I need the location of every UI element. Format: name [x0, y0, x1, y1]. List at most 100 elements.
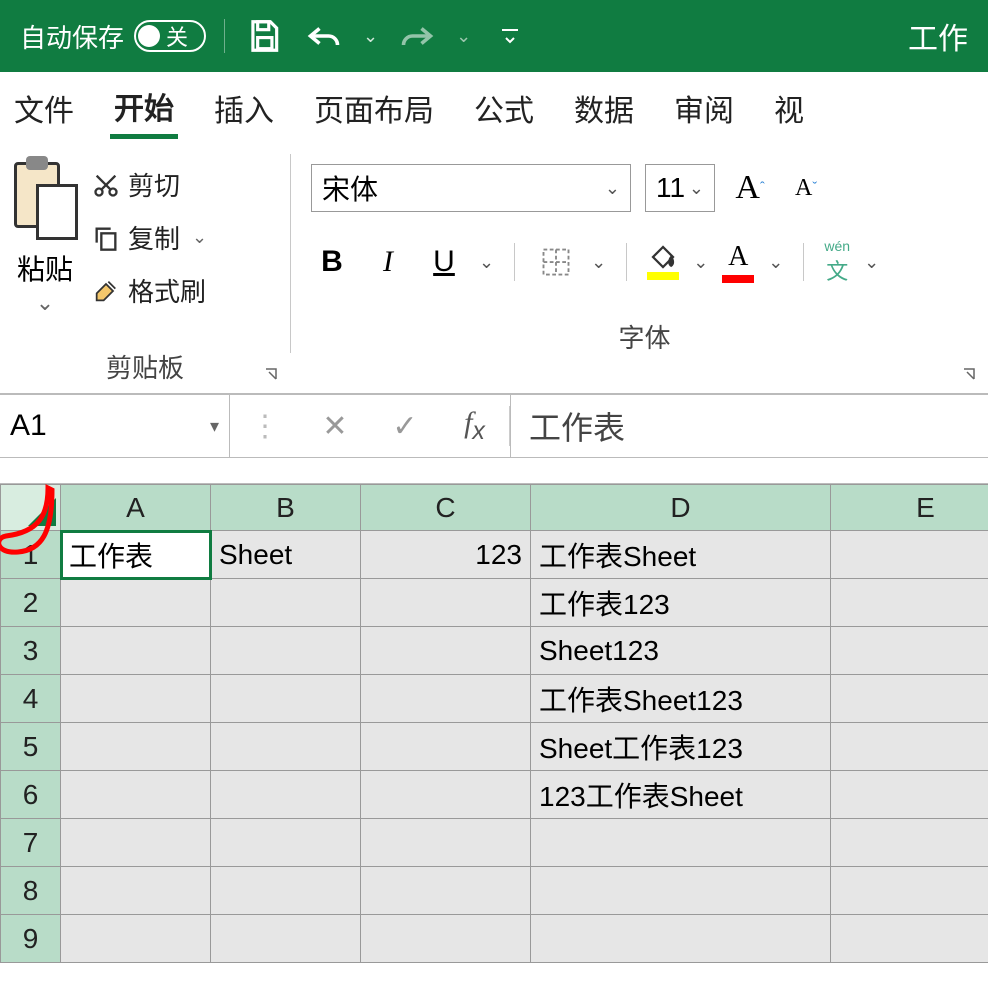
- font-color-chevron-icon[interactable]: ⌄: [768, 252, 783, 273]
- tab-file[interactable]: 文件: [10, 80, 78, 136]
- cell-D9[interactable]: [531, 915, 831, 963]
- tab-formulas[interactable]: 公式: [470, 80, 538, 136]
- cell-B9[interactable]: [211, 915, 361, 963]
- col-header-E[interactable]: E: [831, 485, 988, 531]
- cell-C4[interactable]: [361, 675, 531, 723]
- save-icon[interactable]: [243, 15, 285, 57]
- cell-B3[interactable]: [211, 627, 361, 675]
- toggle-switch[interactable]: 关: [134, 20, 206, 52]
- font-color-button[interactable]: A: [722, 241, 754, 283]
- tab-layout[interactable]: 页面布局: [310, 80, 438, 136]
- select-all-corner[interactable]: [1, 485, 61, 531]
- row-header-2[interactable]: 2: [1, 579, 61, 627]
- cell-A7[interactable]: [61, 819, 211, 867]
- cell-E3[interactable]: [831, 627, 988, 675]
- row-header-8[interactable]: 8: [1, 867, 61, 915]
- cell-C1[interactable]: 123: [361, 531, 531, 579]
- font-launcher-icon[interactable]: [958, 363, 982, 387]
- cell-D2[interactable]: 工作表123: [531, 579, 831, 627]
- italic-button[interactable]: I: [367, 238, 409, 286]
- cell-E2[interactable]: [831, 579, 988, 627]
- clipboard-launcher-icon[interactable]: [260, 363, 284, 387]
- col-header-C[interactable]: C: [361, 485, 531, 531]
- row-header-5[interactable]: 5: [1, 723, 61, 771]
- col-header-A[interactable]: A: [61, 485, 211, 531]
- tab-home[interactable]: 开始: [110, 78, 178, 139]
- name-box[interactable]: A1 ▾: [0, 395, 230, 457]
- bold-button[interactable]: B: [311, 238, 353, 286]
- row-header-6[interactable]: 6: [1, 771, 61, 819]
- insert-function-button[interactable]: fx: [440, 406, 510, 446]
- copy-chevron-icon[interactable]: ⌄: [192, 227, 207, 248]
- confirm-icon[interactable]: ✓: [370, 409, 440, 444]
- col-header-B[interactable]: B: [211, 485, 361, 531]
- formula-input[interactable]: 工作表: [510, 395, 988, 457]
- formula-split-icon[interactable]: ⋮: [230, 409, 300, 444]
- cell-D1[interactable]: 工作表Sheet: [531, 531, 831, 579]
- font-size-select[interactable]: 11 ⌄: [645, 164, 715, 212]
- undo-chevron-icon[interactable]: ⌄: [363, 26, 378, 47]
- cell-A1[interactable]: 工作表: [61, 531, 211, 579]
- cell-C5[interactable]: [361, 723, 531, 771]
- underline-chevron-icon[interactable]: ⌄: [479, 252, 494, 273]
- cell-C2[interactable]: [361, 579, 531, 627]
- undo-icon[interactable]: [303, 15, 345, 57]
- phonetic-button[interactable]: wén 文: [824, 238, 850, 286]
- spreadsheet-grid[interactable]: ABCDE1工作表Sheet123工作表Sheet2工作表1233Sheet12…: [0, 484, 988, 963]
- cell-D5[interactable]: Sheet工作表123: [531, 723, 831, 771]
- tab-data[interactable]: 数据: [570, 80, 638, 136]
- cancel-icon[interactable]: ✕: [300, 409, 370, 444]
- cell-A4[interactable]: [61, 675, 211, 723]
- paste-button[interactable]: 粘贴 ⌄: [10, 152, 80, 316]
- cell-D6[interactable]: 123工作表Sheet: [531, 771, 831, 819]
- paste-chevron-icon[interactable]: ⌄: [10, 290, 80, 316]
- cell-C8[interactable]: [361, 867, 531, 915]
- cut-button[interactable]: 剪切: [92, 166, 207, 203]
- cell-E8[interactable]: [831, 867, 988, 915]
- cell-A6[interactable]: [61, 771, 211, 819]
- cell-E7[interactable]: [831, 819, 988, 867]
- cell-D4[interactable]: 工作表Sheet123: [531, 675, 831, 723]
- qat-customize-icon[interactable]: [489, 15, 531, 57]
- cell-C9[interactable]: [361, 915, 531, 963]
- cell-E1[interactable]: [831, 531, 988, 579]
- increase-font-button[interactable]: Aˆ: [729, 164, 771, 212]
- cell-A2[interactable]: [61, 579, 211, 627]
- cell-B1[interactable]: Sheet: [211, 531, 361, 579]
- underline-button[interactable]: U: [423, 238, 465, 286]
- tab-insert[interactable]: 插入: [210, 80, 278, 136]
- font-name-select[interactable]: 宋体 ⌄: [311, 164, 631, 212]
- row-header-4[interactable]: 4: [1, 675, 61, 723]
- col-header-D[interactable]: D: [531, 485, 831, 531]
- cell-B4[interactable]: [211, 675, 361, 723]
- row-header-9[interactable]: 9: [1, 915, 61, 963]
- autosave-toggle[interactable]: 自动保存 关: [20, 18, 206, 55]
- fill-chevron-icon[interactable]: ⌄: [693, 252, 708, 273]
- cell-C6[interactable]: [361, 771, 531, 819]
- tab-review[interactable]: 审阅: [670, 80, 738, 136]
- cell-E9[interactable]: [831, 915, 988, 963]
- row-header-3[interactable]: 3: [1, 627, 61, 675]
- cell-B5[interactable]: [211, 723, 361, 771]
- cell-D8[interactable]: [531, 867, 831, 915]
- cell-A5[interactable]: [61, 723, 211, 771]
- cell-A3[interactable]: [61, 627, 211, 675]
- format-painter-button[interactable]: 格式刷: [92, 272, 207, 309]
- cell-A9[interactable]: [61, 915, 211, 963]
- cell-B6[interactable]: [211, 771, 361, 819]
- cell-A8[interactable]: [61, 867, 211, 915]
- cell-C7[interactable]: [361, 819, 531, 867]
- cell-B7[interactable]: [211, 819, 361, 867]
- cell-C3[interactable]: [361, 627, 531, 675]
- row-header-7[interactable]: 7: [1, 819, 61, 867]
- row-header-1[interactable]: 1: [1, 531, 61, 579]
- border-chevron-icon[interactable]: ⌄: [591, 252, 606, 273]
- redo-chevron-icon[interactable]: ⌄: [456, 26, 471, 47]
- cell-B8[interactable]: [211, 867, 361, 915]
- cell-D3[interactable]: Sheet123: [531, 627, 831, 675]
- copy-button[interactable]: 复制 ⌄: [92, 219, 207, 256]
- phonetic-chevron-icon[interactable]: ⌄: [864, 252, 879, 273]
- cell-E4[interactable]: [831, 675, 988, 723]
- cell-D7[interactable]: [531, 819, 831, 867]
- border-button[interactable]: [535, 238, 577, 286]
